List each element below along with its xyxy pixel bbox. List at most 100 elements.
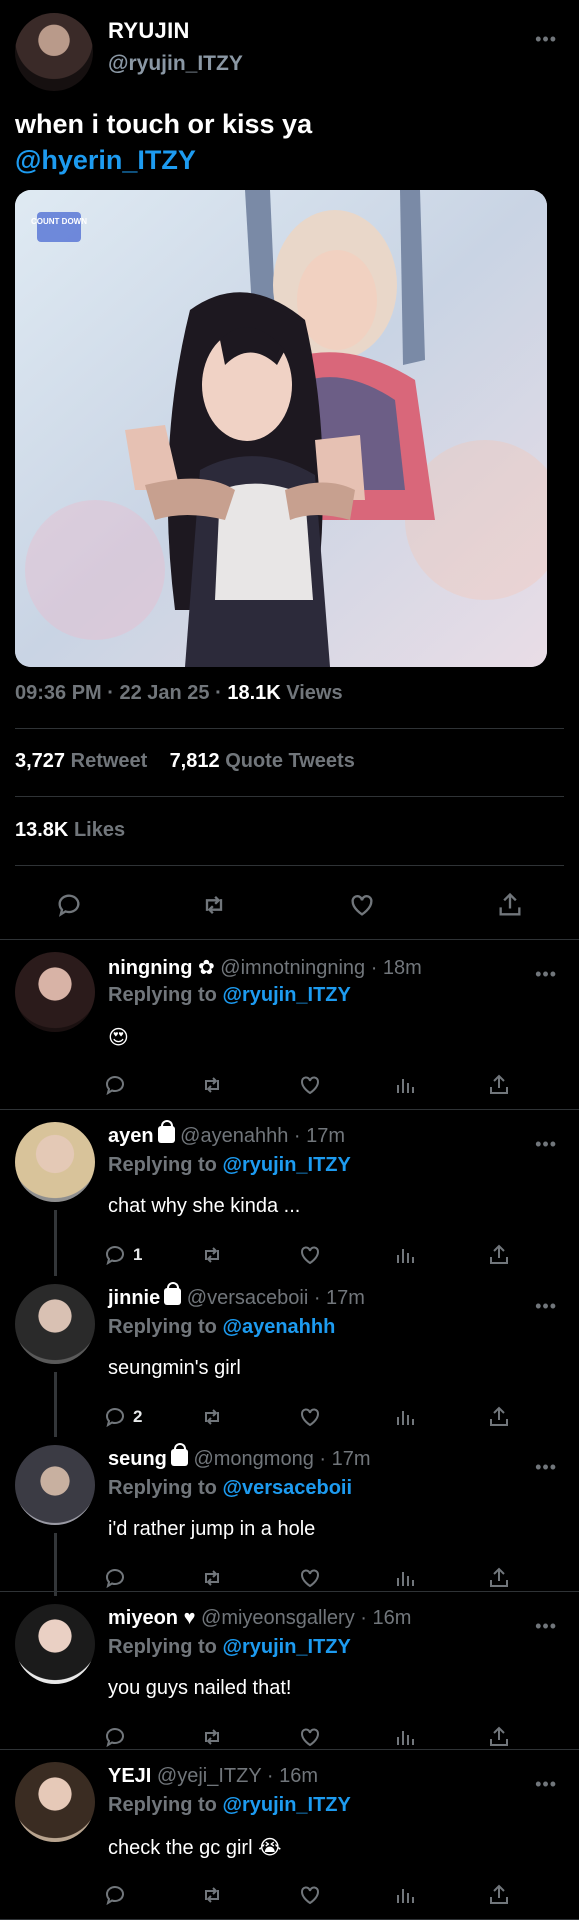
more-icon[interactable]: •••	[535, 1297, 557, 1315]
retweets-count: 3,727	[15, 750, 66, 772]
replying-to: Replying to @versaceboii	[108, 1477, 352, 1500]
reply-icon[interactable]	[103, 1068, 133, 1102]
reply-author-handle[interactable]: @miyeonsgallery · 16m	[201, 1607, 411, 1629]
avatar[interactable]	[15, 1445, 95, 1525]
more-icon[interactable]: •••	[535, 1458, 557, 1476]
quotes-link[interactable]: 7,812 Quote Tweets	[170, 750, 355, 772]
reply-icon[interactable]: 2	[103, 1400, 142, 1434]
author-name[interactable]: RYUJIN	[108, 18, 190, 44]
share-icon[interactable]	[487, 1561, 511, 1595]
reply-author-handle[interactable]: @versaceboii · 17m	[187, 1287, 365, 1309]
reply-author-name[interactable]: ningning ✿	[108, 957, 215, 979]
reply-author-handle[interactable]: @yeji_ITZY · 16m	[157, 1765, 318, 1787]
likes-link[interactable]: 13.8K Likes	[15, 819, 125, 842]
reply-text: chat why she kinda ...	[108, 1195, 301, 1217]
reply-author-handle[interactable]: @mongmong · 17m	[193, 1448, 370, 1470]
reply-text: i'd rather jump in a hole	[108, 1518, 316, 1540]
like-icon[interactable]	[298, 1400, 322, 1434]
replying-to-link[interactable]: @ryujin_ITZY	[222, 1794, 350, 1816]
more-icon[interactable]: •••	[535, 965, 557, 983]
like-icon[interactable]	[298, 1238, 322, 1272]
reply-icon[interactable]: 1	[103, 1238, 142, 1272]
reply-icon[interactable]	[103, 1878, 133, 1912]
reply-author-name[interactable]: jinnie	[108, 1287, 160, 1309]
replying-to: Replying to @ryujin_ITZY	[108, 1636, 351, 1659]
retweet-icon[interactable]	[200, 1068, 224, 1102]
like-icon[interactable]	[348, 883, 376, 927]
retweet-icon[interactable]	[200, 1561, 224, 1595]
avatar[interactable]	[15, 1604, 95, 1684]
reply-icon[interactable]	[55, 883, 83, 927]
views-count: 18.1K	[227, 682, 281, 704]
reply-actions	[0, 1878, 579, 1912]
reply-count: 2	[133, 1407, 143, 1426]
replying-to-link[interactable]: @ryujin_ITZY	[222, 984, 350, 1006]
avatar[interactable]	[15, 13, 93, 91]
retweet-icon[interactable]	[200, 1400, 224, 1434]
more-icon[interactable]: •••	[535, 1775, 557, 1793]
retweets-link[interactable]: 3,727 Retweet	[15, 750, 147, 772]
share-icon[interactable]	[487, 1068, 511, 1102]
replying-to-prefix: Replying to	[108, 1316, 223, 1338]
reply-header: ayen @ayenahhh · 17m	[108, 1120, 345, 1148]
like-icon[interactable]	[298, 1878, 322, 1912]
media-watermark: COUNT DOWN	[31, 217, 87, 226]
lock-icon	[164, 1282, 182, 1305]
reply-tweet: jinnie @versaceboii · 17m ••• Replying to …	[0, 1272, 579, 1437]
retweet-icon[interactable]	[200, 1238, 224, 1272]
media-illustration: COUNT DOWN	[15, 190, 547, 667]
replying-to-prefix: Replying to	[108, 984, 223, 1006]
tweet-media-image[interactable]: COUNT DOWN	[15, 190, 547, 667]
avatar[interactable]	[15, 1762, 95, 1842]
views-icon[interactable]	[393, 1878, 417, 1912]
tweet-timestamp[interactable]: 09:36 PM · 22 Jan 25 ·	[15, 682, 227, 704]
replying-to-link[interactable]: @ayenahhh	[222, 1316, 335, 1338]
divider	[15, 865, 564, 866]
more-icon[interactable]: •••	[535, 1617, 557, 1635]
like-icon[interactable]	[298, 1068, 322, 1102]
share-icon[interactable]	[487, 1878, 511, 1912]
replying-to-link[interactable]: @ryujin_ITZY	[222, 1636, 350, 1658]
avatar[interactable]	[15, 952, 95, 1032]
views-icon[interactable]	[393, 1561, 417, 1595]
retweet-icon[interactable]	[200, 1878, 224, 1912]
retweet-icon[interactable]	[200, 883, 228, 927]
like-icon[interactable]	[298, 1561, 322, 1595]
reply-author-name[interactable]: ayen	[108, 1125, 154, 1147]
mention-link[interactable]: @hyerin_ITZY	[15, 145, 196, 175]
reply-tweet: YEJI @yeji_ITZY · 16m ••• Replying to @ryu…	[0, 1750, 579, 1920]
views-icon[interactable]	[393, 1238, 417, 1272]
more-icon[interactable]: •••	[535, 30, 557, 48]
likes-label: Likes	[73, 819, 126, 841]
reply-author-name[interactable]: YEJI	[108, 1765, 151, 1787]
share-icon[interactable]	[496, 883, 524, 927]
avatar[interactable]	[15, 1122, 95, 1202]
reply-count: 1	[133, 1245, 143, 1264]
quotes-label: Quote Tweets	[225, 750, 355, 772]
replying-to-prefix: Replying to	[108, 1794, 223, 1816]
tweet-meta: 09:36 PM · 22 Jan 25 · 18.1K Views	[15, 682, 343, 705]
reply-author-name[interactable]: seung	[108, 1448, 167, 1470]
views-icon[interactable]	[393, 1068, 417, 1102]
reply-actions: 2	[0, 1400, 579, 1434]
quotes-count: 7,812	[169, 750, 220, 772]
avatar[interactable]	[15, 1284, 95, 1364]
views-icon[interactable]	[393, 1400, 417, 1434]
reply-text: seungmin's girl	[108, 1357, 241, 1379]
reply-header: YEJI @yeji_ITZY · 16m	[108, 1765, 318, 1788]
engagement-stats: 3,727 Retweet 7,812 Quote Tweets	[15, 750, 355, 773]
share-icon[interactable]	[487, 1238, 511, 1272]
reply-author-handle[interactable]: @imnotningning · 18m	[220, 957, 422, 979]
share-icon[interactable]	[487, 1400, 511, 1434]
reply-tweet: ayen @ayenahhh · 17m ••• Replying to @ryuj…	[0, 1110, 579, 1276]
reply-actions	[0, 1561, 579, 1595]
more-icon[interactable]: •••	[535, 1135, 557, 1153]
reply-icon[interactable]	[103, 1561, 133, 1595]
reply-author-handle[interactable]: @ayenahhh · 17m	[180, 1125, 345, 1147]
replying-to: Replying to @ayenahhh	[108, 1316, 335, 1339]
author-handle[interactable]: @ryujin_ITZY	[108, 52, 243, 76]
retweets-label: Retweet	[70, 750, 148, 772]
replying-to-link[interactable]: @versaceboii	[222, 1477, 352, 1499]
replying-to-link[interactable]: @ryujin_ITZY	[222, 1154, 350, 1176]
reply-author-name[interactable]: miyeon ♥	[108, 1607, 195, 1629]
